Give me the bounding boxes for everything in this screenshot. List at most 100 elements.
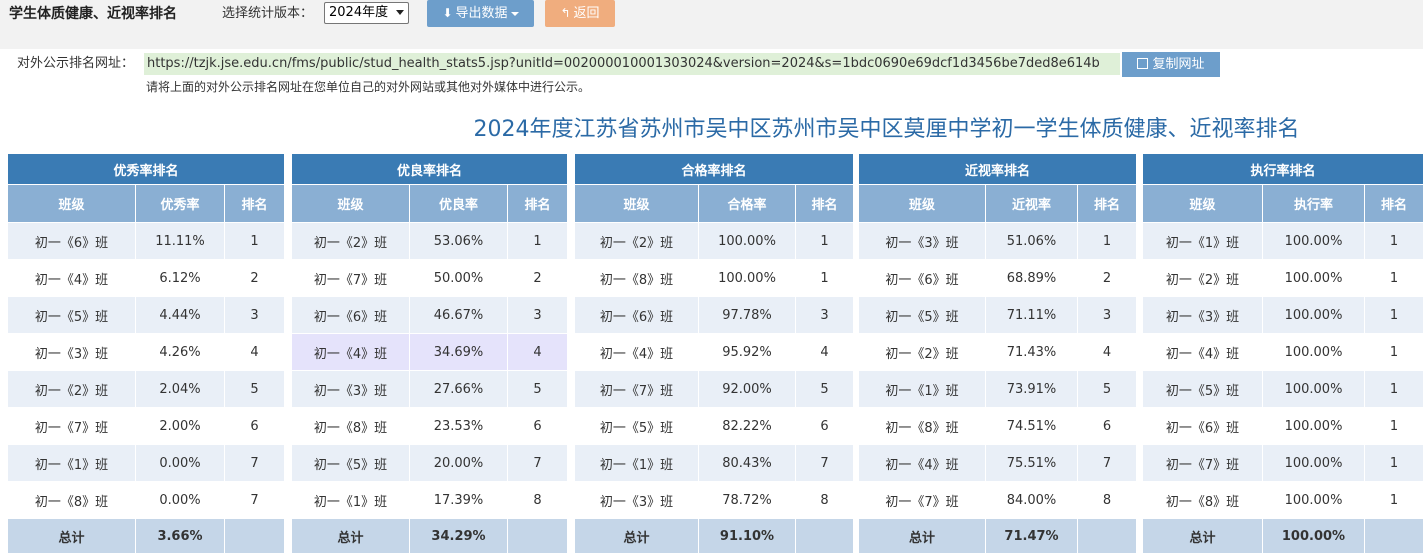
rank-cell: 1 (1363, 370, 1423, 408)
ranking-table: 优秀率排名 班级 优秀率 排名 初一《6》班 11.11% 1 初一《4》班 6.12% 2 初一《… (6, 153, 286, 554)
rank-cell: 7 (223, 444, 286, 482)
column-header: 排名 (1363, 184, 1423, 223)
rank-cell: 1 (1363, 407, 1423, 445)
rate-cell: 100.00% (1262, 481, 1365, 519)
total-value: 91.10% (698, 518, 796, 554)
rate-cell: 20.00% (409, 444, 508, 482)
rank-cell: 1 (1076, 222, 1138, 260)
class-cell: 初一《3》班 (858, 222, 986, 260)
rank-cell: 7 (794, 444, 855, 482)
export-data-button[interactable]: ⬇ 导出数据 (427, 0, 534, 27)
rate-cell: 2.00% (135, 407, 225, 445)
class-cell: 初一《5》班 (574, 407, 699, 445)
rate-cell: 100.00% (1262, 333, 1365, 371)
total-rank-empty (1076, 518, 1138, 554)
total-label: 总计 (7, 518, 136, 554)
rate-cell: 92.00% (698, 370, 796, 408)
copy-icon (1137, 58, 1149, 69)
rank-cell: 4 (794, 333, 855, 371)
rate-cell: 51.06% (985, 222, 1078, 260)
public-url-label: 对外公示排名网址： (17, 56, 135, 71)
rate-cell: 50.00% (409, 259, 508, 297)
column-header: 班级 (7, 184, 136, 223)
table-row: 初一《3》班 51.06% 1 (858, 222, 1138, 260)
rank-cell: 2 (1076, 259, 1138, 297)
table-row: 初一《5》班 100.00% 1 (1142, 370, 1423, 408)
table-row: 初一《2》班 71.43% 4 (858, 333, 1138, 371)
rank-cell: 4 (223, 333, 286, 371)
class-cell: 初一《1》班 (291, 481, 410, 519)
column-header: 近视率 (985, 184, 1078, 223)
class-cell: 初一《2》班 (291, 222, 410, 260)
rate-cell: 73.91% (985, 370, 1078, 408)
rank-cell: 1 (1363, 444, 1423, 482)
rank-cell: 6 (1076, 407, 1138, 445)
table-row: 初一《5》班 20.00% 7 (291, 444, 569, 482)
rank-cell: 1 (506, 222, 569, 260)
rate-cell: 95.92% (698, 333, 796, 371)
table-row: 初一《3》班 4.26% 4 (7, 333, 286, 371)
table-row: 初一《4》班 100.00% 1 (1142, 333, 1423, 371)
rate-cell: 68.89% (985, 259, 1078, 297)
rate-cell: 23.53% (409, 407, 508, 445)
total-row: 总计 3.66% (7, 518, 286, 554)
table-row: 初一《7》班 100.00% 1 (1142, 444, 1423, 482)
class-cell: 初一《8》班 (1142, 481, 1263, 519)
total-value: 100.00% (1262, 518, 1365, 554)
table-row: 初一《6》班 46.67% 3 (291, 296, 569, 334)
column-header: 排名 (506, 184, 569, 223)
class-cell: 初一《3》班 (7, 333, 136, 371)
table-row: 初一《5》班 71.11% 3 (858, 296, 1138, 334)
class-cell: 初一《7》班 (858, 481, 986, 519)
top-toolbar: 学生体质健康、近视率排名 选择统计版本： 2024年度 ⬇ 导出数据 ↰ 返回 (0, 0, 1423, 49)
class-cell: 初一《8》班 (858, 407, 986, 445)
rate-cell: 71.43% (985, 333, 1078, 371)
total-rank-empty (1363, 518, 1423, 554)
rate-cell: 97.78% (698, 296, 796, 334)
back-button[interactable]: ↰ 返回 (545, 0, 615, 27)
rate-cell: 46.67% (409, 296, 508, 334)
table-row: 初一《2》班 100.00% 1 (1142, 259, 1423, 297)
table-row: 初一《6》班 97.78% 3 (574, 296, 855, 334)
rate-cell: 100.00% (1262, 222, 1365, 260)
table-row: 初一《6》班 100.00% 1 (1142, 407, 1423, 445)
rate-cell: 4.44% (135, 296, 225, 334)
rank-cell: 5 (506, 370, 569, 408)
rank-cell: 6 (506, 407, 569, 445)
total-value: 34.29% (409, 518, 508, 554)
back-label: 返回 (573, 6, 600, 21)
table-row: 初一《1》班 73.91% 5 (858, 370, 1138, 408)
copy-url-label: 复制网址 (1152, 57, 1205, 72)
rank-cell: 4 (1076, 333, 1138, 371)
rank-cell: 4 (506, 333, 569, 371)
class-cell: 初一《7》班 (574, 370, 699, 408)
total-value: 71.47% (985, 518, 1078, 554)
copy-url-button[interactable]: 复制网址 (1122, 52, 1220, 77)
table-title: 近视率排名 (857, 153, 1138, 185)
class-cell: 初一《5》班 (291, 444, 410, 482)
column-header: 排名 (1076, 184, 1138, 223)
class-cell: 初一《4》班 (574, 333, 699, 371)
rate-cell: 17.39% (409, 481, 508, 519)
caret-down-icon (510, 11, 519, 16)
table-row: 初一《1》班 100.00% 1 (1142, 222, 1423, 260)
class-cell: 初一《1》班 (858, 370, 986, 408)
rank-cell: 8 (794, 481, 855, 519)
rank-cell: 3 (794, 296, 855, 334)
rate-cell: 71.11% (985, 296, 1078, 334)
table-row: 初一《4》班 6.12% 2 (7, 259, 286, 297)
table-row: 初一《7》班 92.00% 5 (574, 370, 855, 408)
rate-cell: 100.00% (1262, 444, 1365, 482)
class-cell: 初一《4》班 (1142, 333, 1263, 371)
version-select[interactable]: 2024年度 (324, 2, 409, 24)
table-row: 初一《8》班 100.00% 1 (1142, 481, 1423, 519)
total-label: 总计 (574, 518, 699, 554)
class-cell: 初一《6》班 (291, 296, 410, 334)
public-url-text[interactable]: https://tzjk.jse.edu.cn/fms/public/stud_… (144, 53, 1120, 75)
rate-cell: 100.00% (698, 259, 796, 297)
download-icon: ⬇ (442, 6, 453, 20)
version-select-value: 2024年度 (329, 5, 389, 20)
rate-cell: 100.00% (1262, 259, 1365, 297)
rate-cell: 84.00% (985, 481, 1078, 519)
table-row: 初一《3》班 100.00% 1 (1142, 296, 1423, 334)
